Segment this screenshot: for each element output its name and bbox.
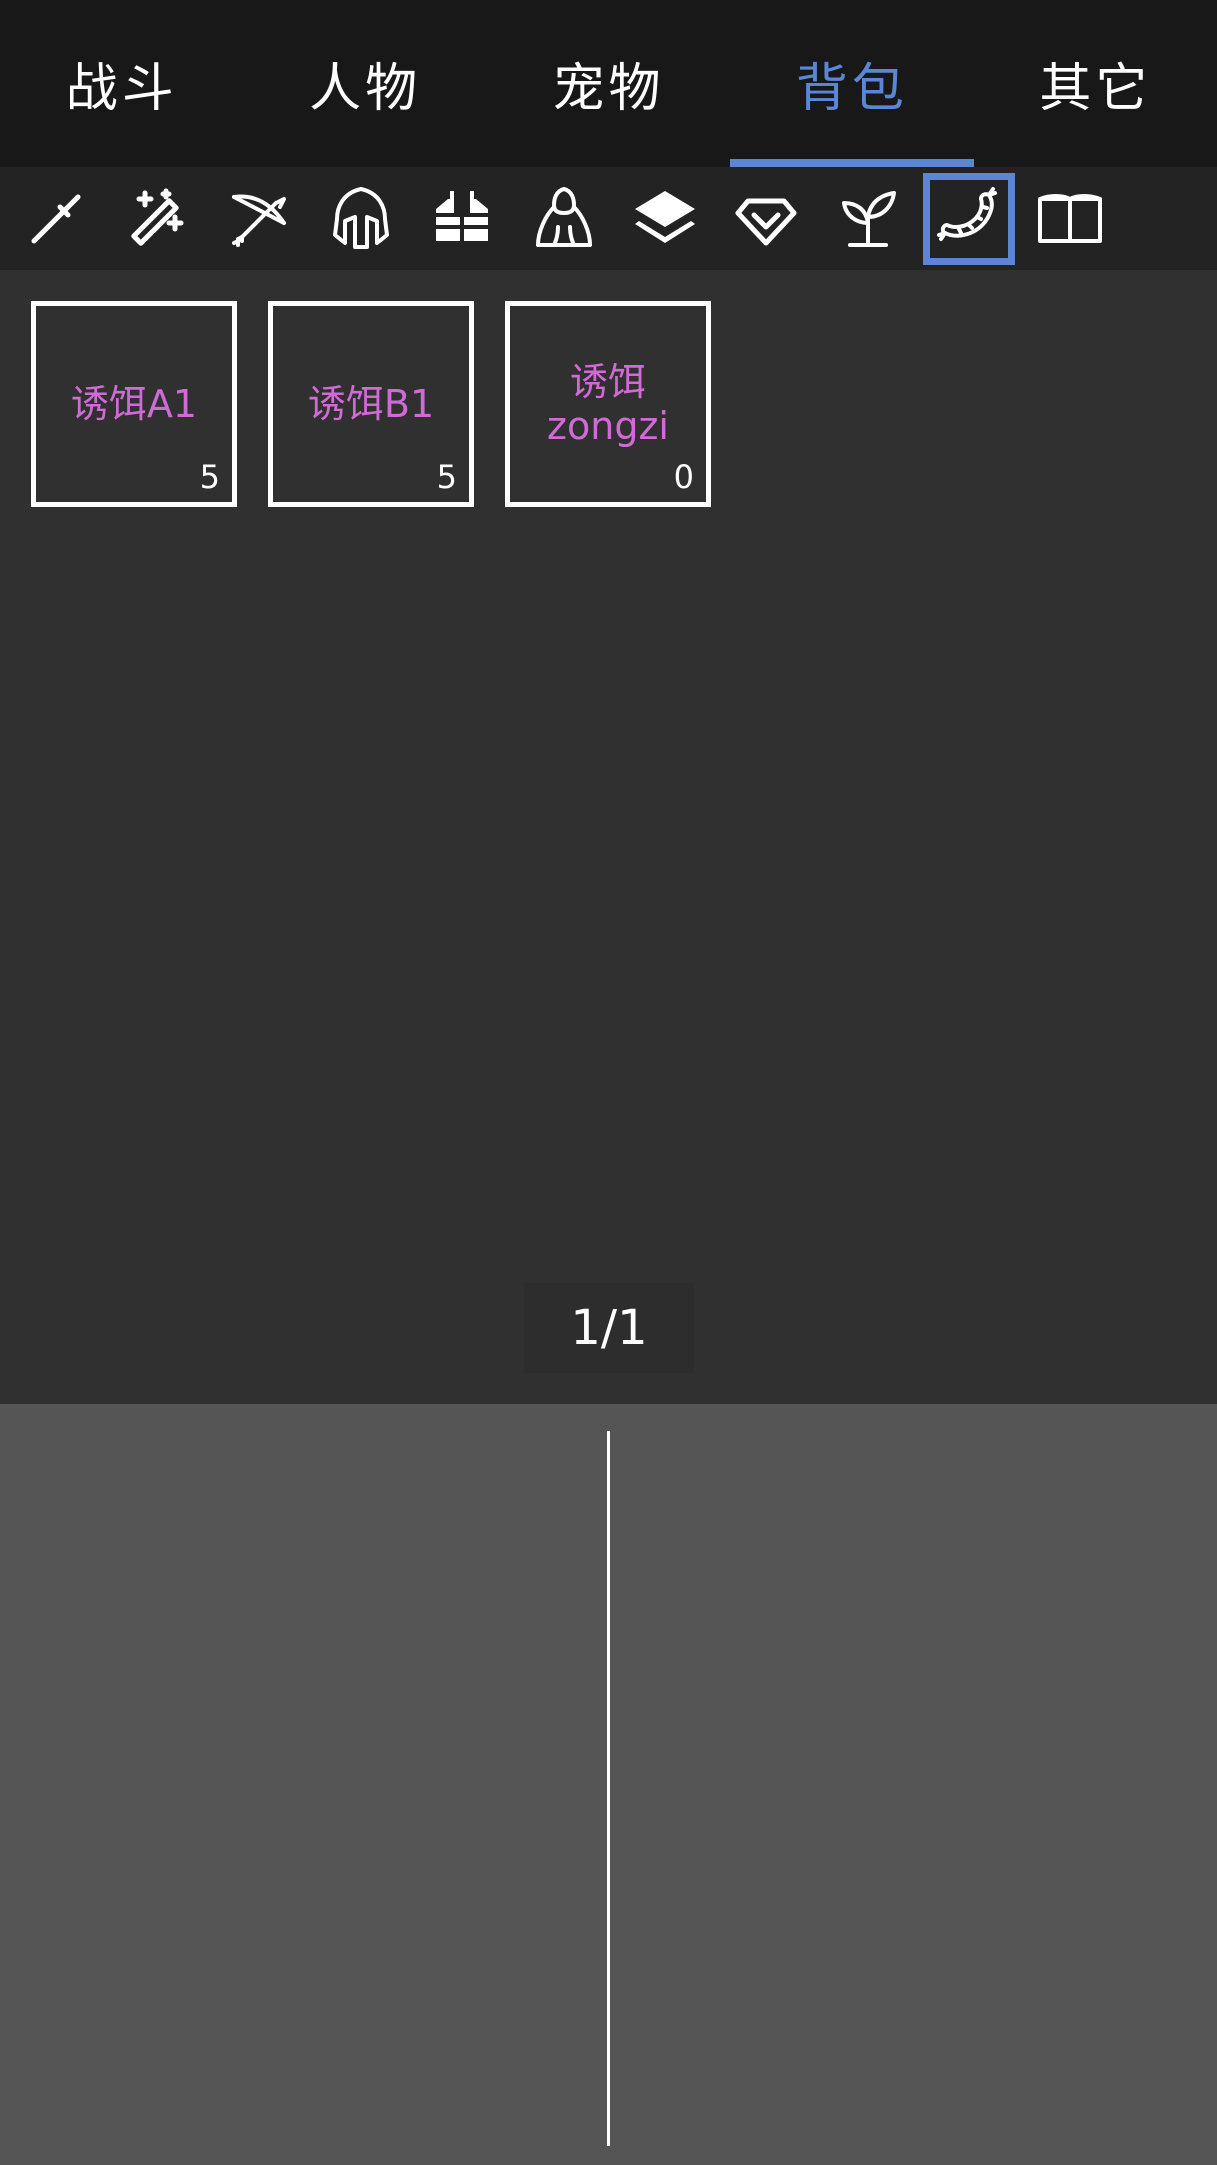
bait-icon bbox=[937, 187, 997, 241]
inventory-slot[interactable]: 诱饵A1 5 bbox=[31, 301, 237, 507]
item-count: 0 bbox=[673, 458, 694, 496]
tab-backpack[interactable]: 背包 bbox=[730, 0, 974, 167]
page-indicator: 1/1 bbox=[524, 1283, 694, 1373]
category-layers[interactable] bbox=[619, 173, 711, 265]
tab-label: 战斗 bbox=[65, 59, 178, 119]
tab-pet[interactable]: 宠物 bbox=[487, 0, 730, 167]
cloak-icon bbox=[536, 187, 592, 247]
tab-label: 背包 bbox=[795, 59, 908, 119]
tab-active-indicator bbox=[730, 159, 974, 167]
sprout-icon bbox=[842, 191, 896, 247]
category-bow[interactable] bbox=[214, 173, 306, 265]
category-magic[interactable] bbox=[112, 173, 204, 265]
main-tab-bar: 战斗 人物 宠物 背包 其它 bbox=[0, 0, 1217, 167]
tab-character[interactable]: 人物 bbox=[243, 0, 486, 167]
item-name: 诱饵B1 bbox=[307, 382, 435, 426]
tab-label: 宠物 bbox=[552, 59, 665, 119]
inventory-slot[interactable]: 诱饵B1 5 bbox=[268, 301, 474, 507]
inventory-grid: 诱饵A1 5 诱饵B1 5 诱饵 zongzi 0 1/1 bbox=[0, 270, 1217, 1404]
helmet-icon bbox=[333, 187, 389, 249]
tab-other[interactable]: 其它 bbox=[974, 0, 1217, 167]
category-armor[interactable] bbox=[416, 173, 508, 265]
tab-label: 其它 bbox=[1039, 59, 1152, 119]
vest-icon bbox=[436, 191, 488, 241]
book-icon bbox=[1038, 194, 1102, 243]
magic-wand-icon bbox=[131, 188, 184, 246]
gem-icon bbox=[735, 198, 797, 246]
inventory-slot[interactable]: 诱饵 zongzi 0 bbox=[505, 301, 711, 507]
sword-icon bbox=[31, 194, 81, 244]
category-gem[interactable] bbox=[720, 173, 812, 265]
tab-battle[interactable]: 战斗 bbox=[0, 0, 243, 167]
item-count: 5 bbox=[436, 458, 457, 496]
category-book[interactable] bbox=[1024, 173, 1116, 265]
category-bait[interactable] bbox=[923, 173, 1015, 265]
item-name: 诱饵 zongzi bbox=[547, 360, 669, 448]
layers-icon bbox=[635, 191, 695, 243]
item-name: 诱饵A1 bbox=[70, 382, 198, 426]
item-count: 5 bbox=[199, 458, 220, 496]
bow-icon bbox=[232, 194, 286, 247]
app-root: 战斗 人物 宠物 背包 其它 诱饵A1 5 诱饵B1 5 诱饵 zongzi 0… bbox=[0, 0, 1217, 2165]
panel-divider bbox=[607, 1431, 610, 2146]
tab-label: 人物 bbox=[309, 59, 422, 119]
category-plant[interactable] bbox=[822, 173, 914, 265]
category-helmet[interactable] bbox=[315, 173, 407, 265]
detail-panel bbox=[0, 1404, 1217, 2165]
category-sword[interactable] bbox=[10, 173, 102, 265]
category-cloak[interactable] bbox=[518, 173, 610, 265]
category-bar bbox=[0, 167, 1217, 270]
